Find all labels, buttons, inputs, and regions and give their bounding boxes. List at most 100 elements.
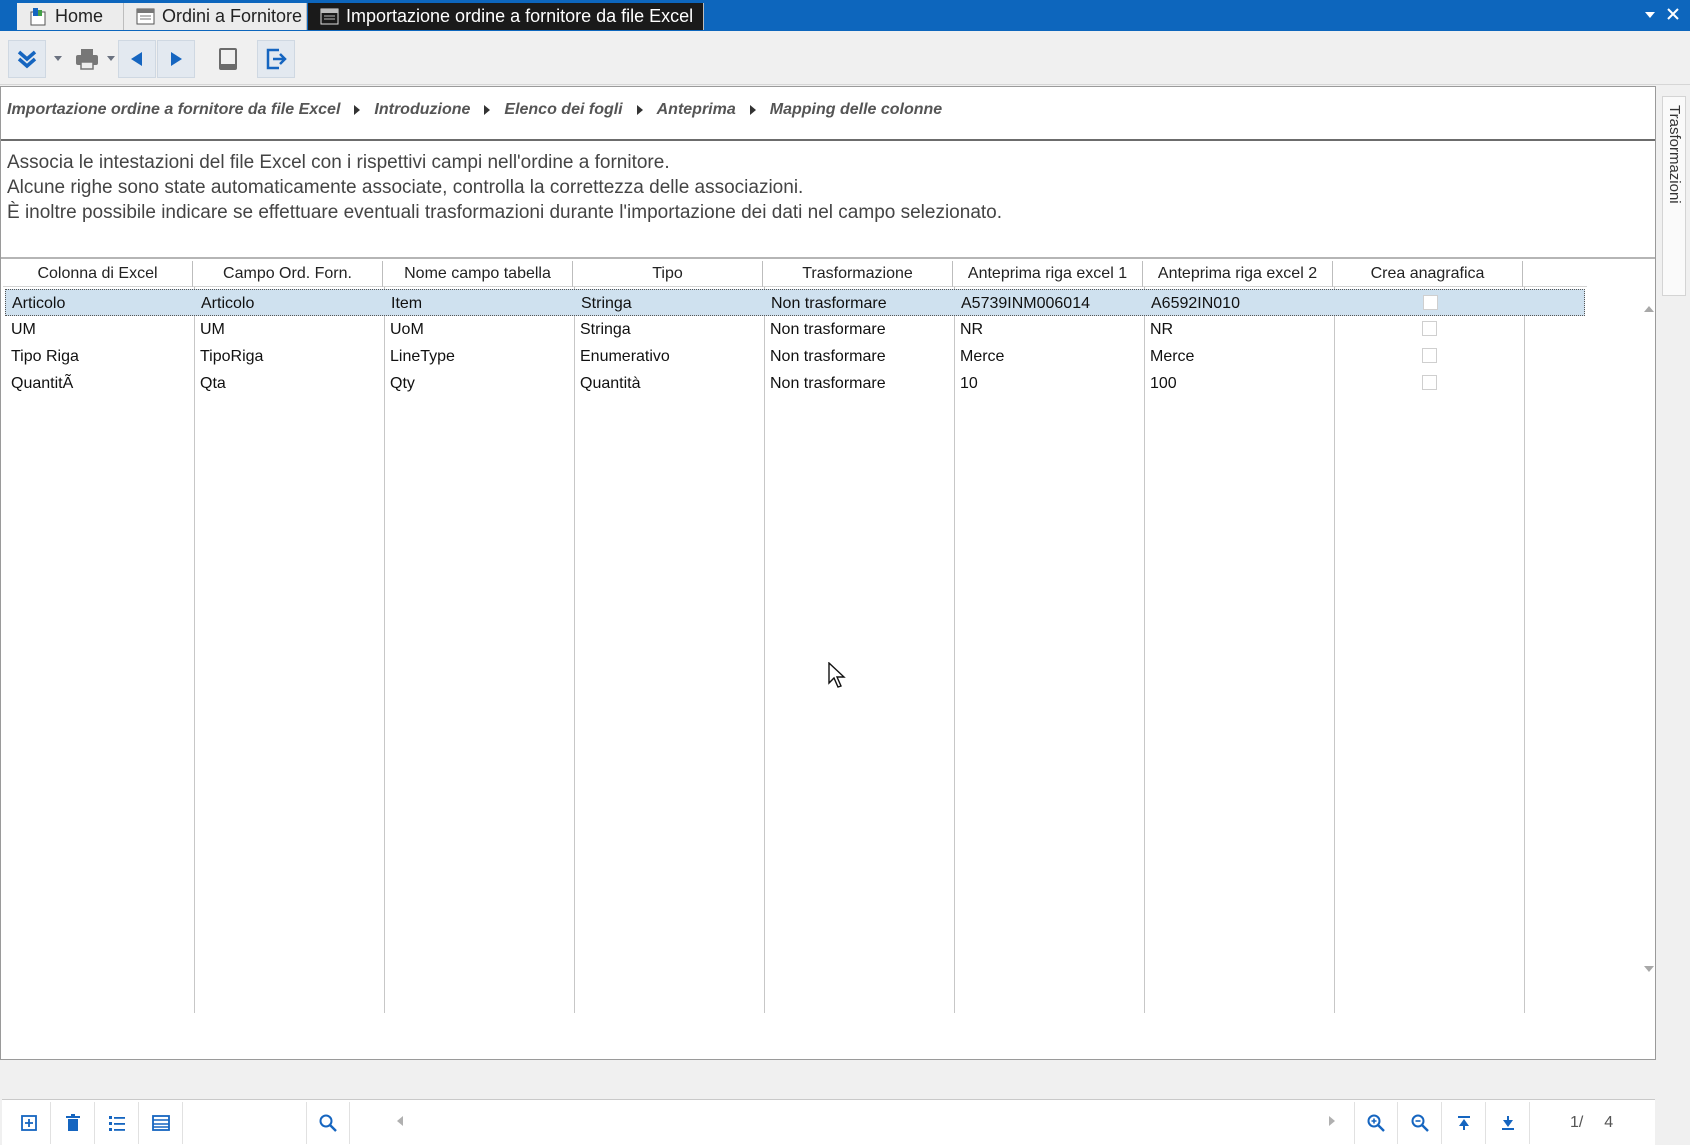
chevron-down-icon[interactable] [54,56,62,61]
zoom-in-icon [1367,1114,1385,1132]
crea-anagrafica-checkbox[interactable] [1423,295,1438,310]
crea-anagrafica-checkbox[interactable] [1422,375,1437,390]
column-header-campo[interactable]: Campo Ord. Forn. [193,261,383,287]
scroll-right-icon[interactable] [1329,1116,1335,1126]
breadcrumb-item[interactable]: Elenco dei fogli [504,101,622,119]
pager-total: 4 [1604,1114,1614,1131]
cell-anteprima-2[interactable]: 100 [1144,370,1334,397]
print-button[interactable] [68,40,106,78]
tab-importazione[interactable]: Importazione ordine a fornitore da file … [308,3,704,30]
cell-tipo[interactable]: Stringa [575,290,765,317]
triangle-left-icon [131,52,142,66]
cell-tipo[interactable]: Stringa [574,316,764,343]
info-line: Alcune righe sono state automaticamente … [7,177,804,198]
cell-campo[interactable]: TipoRiga [194,343,384,370]
mapping-grid: Colonna di Excel Campo Ord. Forn. Nome c… [3,261,1587,1013]
cell-colonna-excel[interactable]: Tipo Riga [5,343,194,370]
column-header-trasformazione[interactable]: Trasformazione [763,261,953,287]
grid-view-button[interactable] [139,1102,183,1144]
delete-row-button[interactable] [51,1102,95,1144]
cell-trasformazione[interactable]: Non trasformare [764,316,954,343]
main-panel: Importazione ordine a fornitore da file … [0,86,1656,1145]
column-header-anteprima-1[interactable]: Anteprima riga excel 1 [953,261,1143,287]
cell-campo[interactable]: Articolo [195,290,385,317]
cell-anteprima-2[interactable]: Merce [1144,343,1334,370]
breadcrumb-item[interactable]: Introduzione [374,101,470,119]
cell-tipo[interactable]: Enumerativo [574,343,764,370]
table-row[interactable]: UM UM UoM Stringa Non trasformare NR NR [5,316,1585,343]
crea-anagrafica-checkbox[interactable] [1422,348,1437,363]
cell-tipo[interactable]: Quantità [574,370,764,397]
tab-home[interactable]: Home [17,3,124,30]
scroll-left-icon[interactable] [397,1116,403,1126]
add-row-button[interactable] [7,1102,51,1144]
table-row[interactable]: Tipo Riga TipoRiga LineType Enumerativo … [5,343,1585,370]
column-header-tipo[interactable]: Tipo [573,261,763,287]
next-button[interactable] [157,40,195,78]
double-chevron-down-icon [17,50,37,69]
triangle-right-icon [171,52,182,66]
tablet-icon [219,48,237,70]
cell-trasformazione[interactable]: Non trasformare [764,370,954,397]
column-header-crea-anagrafica[interactable]: Crea anagrafica [1333,261,1523,287]
tab-trasformazioni-label: Trasformazioni [1666,105,1683,204]
cell-nome-campo[interactable]: LineType [384,343,574,370]
breadcrumb-item-current: Mapping delle colonne [769,101,943,118]
record-pager: 1/ 4 [1570,1114,1613,1132]
cell-nome-campo[interactable]: Qty [384,370,574,397]
tab-bar: Home Ordini a Fornitore Importazione ord… [0,0,1690,31]
toolbar [0,31,1690,85]
tab-trasformazioni[interactable]: Trasformazioni [1662,96,1686,296]
cell-anteprima-1[interactable]: A5739INM006014 [955,290,1145,317]
tab-ordini-label: Ordini a Fornitore [162,6,303,26]
cell-colonna-excel[interactable]: Articolo [6,290,195,317]
cell-trasformazione[interactable]: Non trasformare [764,343,954,370]
search-button[interactable] [306,1102,350,1144]
cell-nome-campo[interactable]: Item [385,290,575,317]
triangle-right-icon [484,105,491,115]
cell-anteprima-1[interactable]: Merce [954,343,1144,370]
cell-anteprima-1[interactable]: NR [954,316,1144,343]
crea-anagrafica-checkbox[interactable] [1422,321,1437,336]
column-header-colonna-excel[interactable]: Colonna di Excel [3,261,193,287]
list-view-button[interactable] [95,1102,139,1144]
zoom-in-button[interactable] [1354,1102,1398,1144]
breadcrumb-item[interactable]: Anteprima [657,101,736,119]
cell-trasformazione[interactable]: Non trasformare [765,290,955,317]
side-panel: Trasformazioni [1656,86,1690,1080]
tab-list-dropdown-icon[interactable] [1643,4,1657,30]
table-row[interactable]: QuantitÃ Qta Qty Quantità Non trasformar… [5,370,1585,397]
scroll-down-icon[interactable] [1644,966,1654,972]
close-icon[interactable] [1665,4,1681,30]
tab-ordini-fornitore[interactable]: Ordini a Fornitore [124,3,307,30]
column-header-anteprima-2[interactable]: Anteprima riga excel 2 [1143,261,1333,287]
trash-icon [65,1114,80,1131]
cell-colonna-excel[interactable]: UM [5,316,194,343]
home-app-icon [29,7,49,26]
zoom-out-button[interactable] [1398,1102,1442,1144]
cell-campo[interactable]: UM [194,316,384,343]
breadcrumb: Importazione ordine a fornitore da file … [7,101,942,119]
expand-menu-button[interactable] [8,40,46,78]
tablet-button[interactable] [209,40,247,78]
pager-current: 1/ [1570,1114,1584,1131]
cell-colonna-excel[interactable]: QuantitÃ [5,370,194,397]
grid-header: Colonna di Excel Campo Ord. Forn. Nome c… [3,261,1587,287]
cell-nome-campo[interactable]: UoM [384,316,574,343]
last-record-button[interactable] [1486,1102,1530,1144]
cell-campo[interactable]: Qta [194,370,384,397]
triangle-right-icon [636,105,643,115]
previous-button[interactable] [118,40,156,78]
cell-anteprima-1[interactable]: 10 [954,370,1144,397]
exit-button[interactable] [257,40,295,78]
scroll-up-icon[interactable] [1644,306,1654,312]
chevron-down-icon[interactable] [107,56,115,61]
cell-anteprima-2[interactable]: A6592IN010 [1145,290,1335,317]
breadcrumb-item[interactable]: Importazione ordine a fornitore da file … [7,101,340,119]
arrow-to-bottom-icon [1501,1116,1514,1130]
table-row[interactable]: Articolo Articolo Item Stringa Non trasf… [5,289,1585,316]
first-record-button[interactable] [1442,1102,1486,1144]
info-line: È inoltre possibile indicare se effettua… [7,202,1003,223]
cell-anteprima-2[interactable]: NR [1144,316,1334,343]
column-header-nome-campo[interactable]: Nome campo tabella [383,261,573,287]
